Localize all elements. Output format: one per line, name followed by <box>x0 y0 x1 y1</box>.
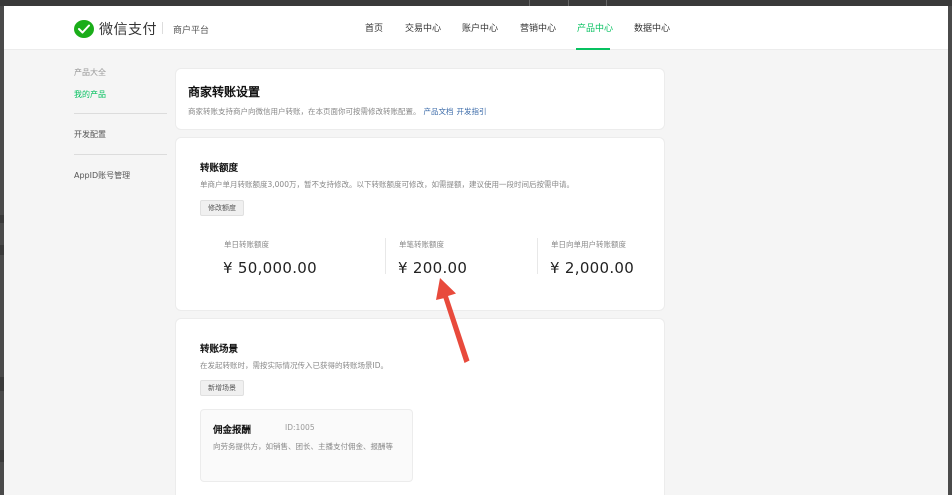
nav-marketing-center[interactable]: 营销中心 <box>520 21 556 34</box>
add-scene-button[interactable]: 新增场景 <box>200 380 244 396</box>
wechat-pay-check-icon <box>74 20 94 38</box>
nav-account-center[interactable]: 账户中心 <box>462 21 498 34</box>
sidebar-divider <box>74 113 167 114</box>
limit-description: 单商户单月转账额度3,000万，暂不支持修改。以下转账额度可修改，如需提额，建议… <box>200 180 574 189</box>
modify-limit-button[interactable]: 修改额度 <box>200 200 244 216</box>
sidebar-item-dev-config[interactable]: 开发配置 <box>74 129 106 140</box>
scene-name: 佣金报酬 <box>213 425 252 436</box>
product-docs-link[interactable]: 产品文档 <box>424 107 454 116</box>
stat-label-daily-per-user: 单日向单用户转账额度 <box>551 240 626 249</box>
scene-item-description: 向劳务提供方，如销售、团长、主播支付佣金、报酬等 <box>213 442 393 451</box>
sidebar-section-title: 产品大全 <box>74 68 106 77</box>
stat-label-single: 单笔转账额度 <box>399 240 444 249</box>
sidebar-divider <box>74 154 167 155</box>
page-frame: 微信支付 商户平台 首页 交易中心 账户中心 营销中心 产品中心 数据中心 产品… <box>4 6 948 495</box>
nav-product-center[interactable]: 产品中心 <box>577 21 613 34</box>
sidebar-item-appid-management[interactable]: AppID账号管理 <box>74 170 130 181</box>
limit-section-title: 转账额度 <box>200 163 239 174</box>
nav-trade-center[interactable]: 交易中心 <box>405 21 441 34</box>
header-divider <box>162 22 163 34</box>
sidebar-item-my-products[interactable]: 我的产品 <box>74 89 106 100</box>
active-nav-indicator <box>576 48 610 50</box>
stat-divider <box>537 238 538 274</box>
nav-data-center[interactable]: 数据中心 <box>634 21 670 34</box>
stat-divider <box>385 238 386 274</box>
brand-logo[interactable]: 微信支付 <box>74 19 157 39</box>
scene-id: ID:1005 <box>285 423 315 432</box>
intro-description: 商家转账支持商户向微信用户转账，在本页面你可按需修改转账配置。 产品文档 开发指引 <box>188 106 487 117</box>
transfer-scene-card: 转账场景 在发起转账时，需按实际情况传入已获得的转账场景ID。 新增场景 佣金报… <box>175 318 665 495</box>
stat-value-daily: ¥ 50,000.00 <box>223 259 317 277</box>
stat-value-daily-per-user: ¥ 2,000.00 <box>550 259 635 277</box>
scene-section-title: 转账场景 <box>200 344 239 355</box>
top-header: 微信支付 商户平台 首页 交易中心 账户中心 营销中心 产品中心 数据中心 <box>4 6 948 50</box>
stat-value-single: ¥ 200.00 <box>398 259 468 277</box>
intro-card: 商家转账设置 商家转账支持商户向微信用户转账，在本页面你可按需修改转账配置。 产品… <box>175 68 665 130</box>
brand-name: 微信支付 <box>99 22 157 38</box>
transfer-limit-card: 转账额度 单商户单月转账额度3,000万，暂不支持修改。以下转账额度可修改，如需… <box>175 137 665 311</box>
stat-label-daily: 单日转账额度 <box>224 240 269 249</box>
scene-description: 在发起转账时，需按实际情况传入已获得的转账场景ID。 <box>200 361 388 370</box>
scene-item[interactable]: 佣金报酬 ID:1005 向劳务提供方，如销售、团长、主播支付佣金、报酬等 <box>200 409 413 482</box>
nav-home[interactable]: 首页 <box>365 21 383 34</box>
platform-label: 商户平台 <box>173 26 210 36</box>
intro-desc-text: 商家转账支持商户向微信用户转账，在本页面你可按需修改转账配置。 <box>188 107 421 116</box>
dev-guide-link[interactable]: 开发指引 <box>457 107 487 116</box>
page-title: 商家转账设置 <box>188 85 261 99</box>
